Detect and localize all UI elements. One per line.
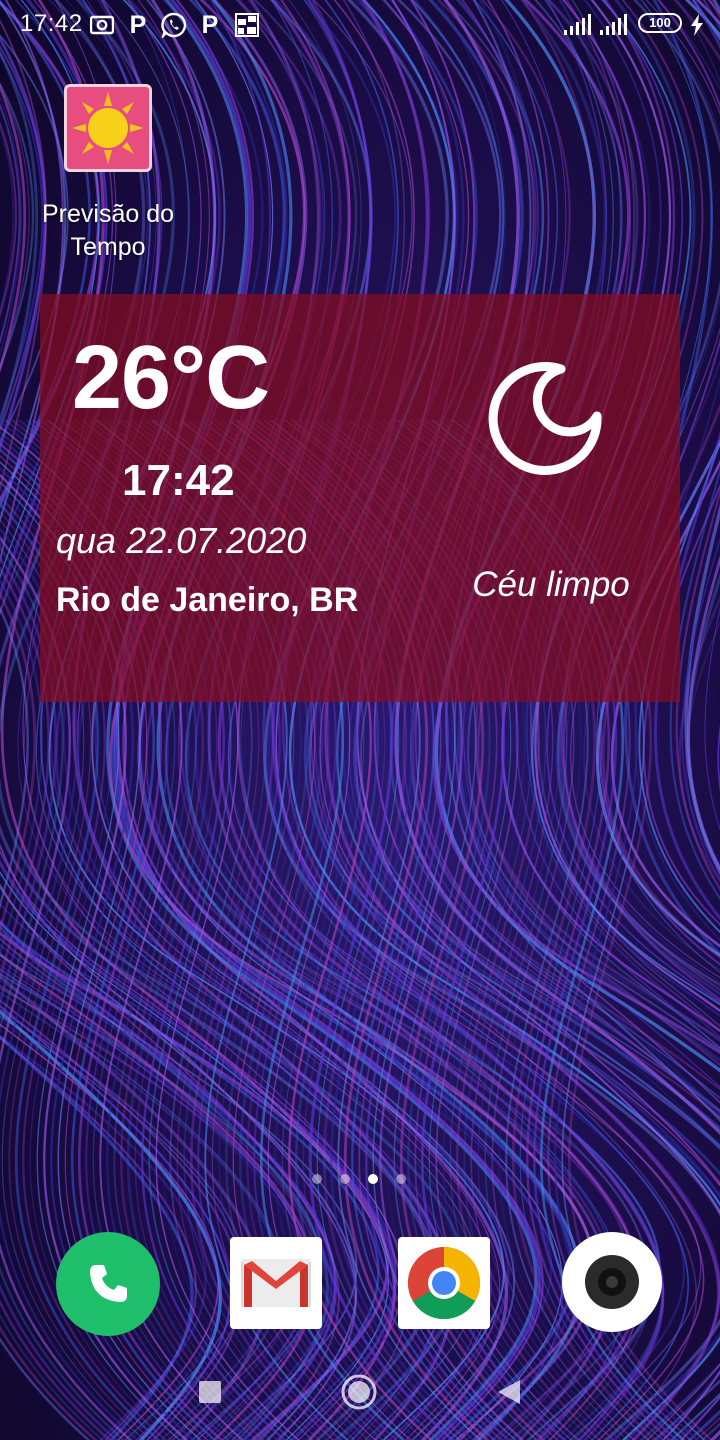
page-dot[interactable] xyxy=(312,1174,322,1184)
chrome-icon xyxy=(407,1247,481,1320)
page-dot[interactable] xyxy=(396,1174,406,1184)
signal-icon xyxy=(562,12,592,38)
page-dot-active[interactable] xyxy=(368,1174,378,1184)
page-dot[interactable] xyxy=(340,1174,350,1184)
home-icon xyxy=(341,1374,377,1410)
phone-app[interactable] xyxy=(56,1232,160,1336)
back-icon xyxy=(498,1380,520,1404)
signal-icon xyxy=(598,12,628,38)
recents-button[interactable] xyxy=(190,1372,230,1412)
app-shortcut-weather[interactable]: Previsão do Tempo xyxy=(28,84,188,264)
temperature: 26°C xyxy=(72,328,270,428)
widget-time: 17:42 xyxy=(122,456,235,505)
chrome-app[interactable] xyxy=(398,1237,490,1329)
gmail-icon xyxy=(241,1259,311,1307)
sun-icon xyxy=(64,84,152,172)
status-time: 17:42 xyxy=(20,10,83,37)
recents-icon xyxy=(199,1381,221,1403)
app-label: Previsão do Tempo xyxy=(41,200,175,261)
page-indicator xyxy=(312,1174,412,1186)
battery-level: 100 xyxy=(638,13,682,33)
weather-widget[interactable]: 26°C 17:42 qua 22.07.2020 Rio de Janeiro… xyxy=(40,294,680,702)
phone-icon xyxy=(90,1265,127,1302)
widget-date: qua 22.07.2020 xyxy=(56,520,307,561)
camera-app[interactable] xyxy=(562,1232,662,1332)
paypal-icon: P xyxy=(201,11,219,39)
camera-icon xyxy=(585,1255,639,1309)
photo-icon xyxy=(234,12,260,38)
back-button[interactable] xyxy=(488,1372,528,1412)
status-bar: 17:42 P P 100 xyxy=(0,0,720,50)
weather-condition: Céu limpo xyxy=(472,565,630,604)
paypal-icon: P xyxy=(129,11,147,39)
widget-location: Rio de Janeiro, BR xyxy=(56,581,359,619)
home-button[interactable] xyxy=(339,1372,379,1412)
moon-icon xyxy=(488,362,602,475)
charging-icon xyxy=(689,12,705,38)
whatsapp-icon xyxy=(160,12,188,38)
gmail-app[interactable] xyxy=(230,1237,322,1329)
screenshot-icon xyxy=(90,12,114,38)
